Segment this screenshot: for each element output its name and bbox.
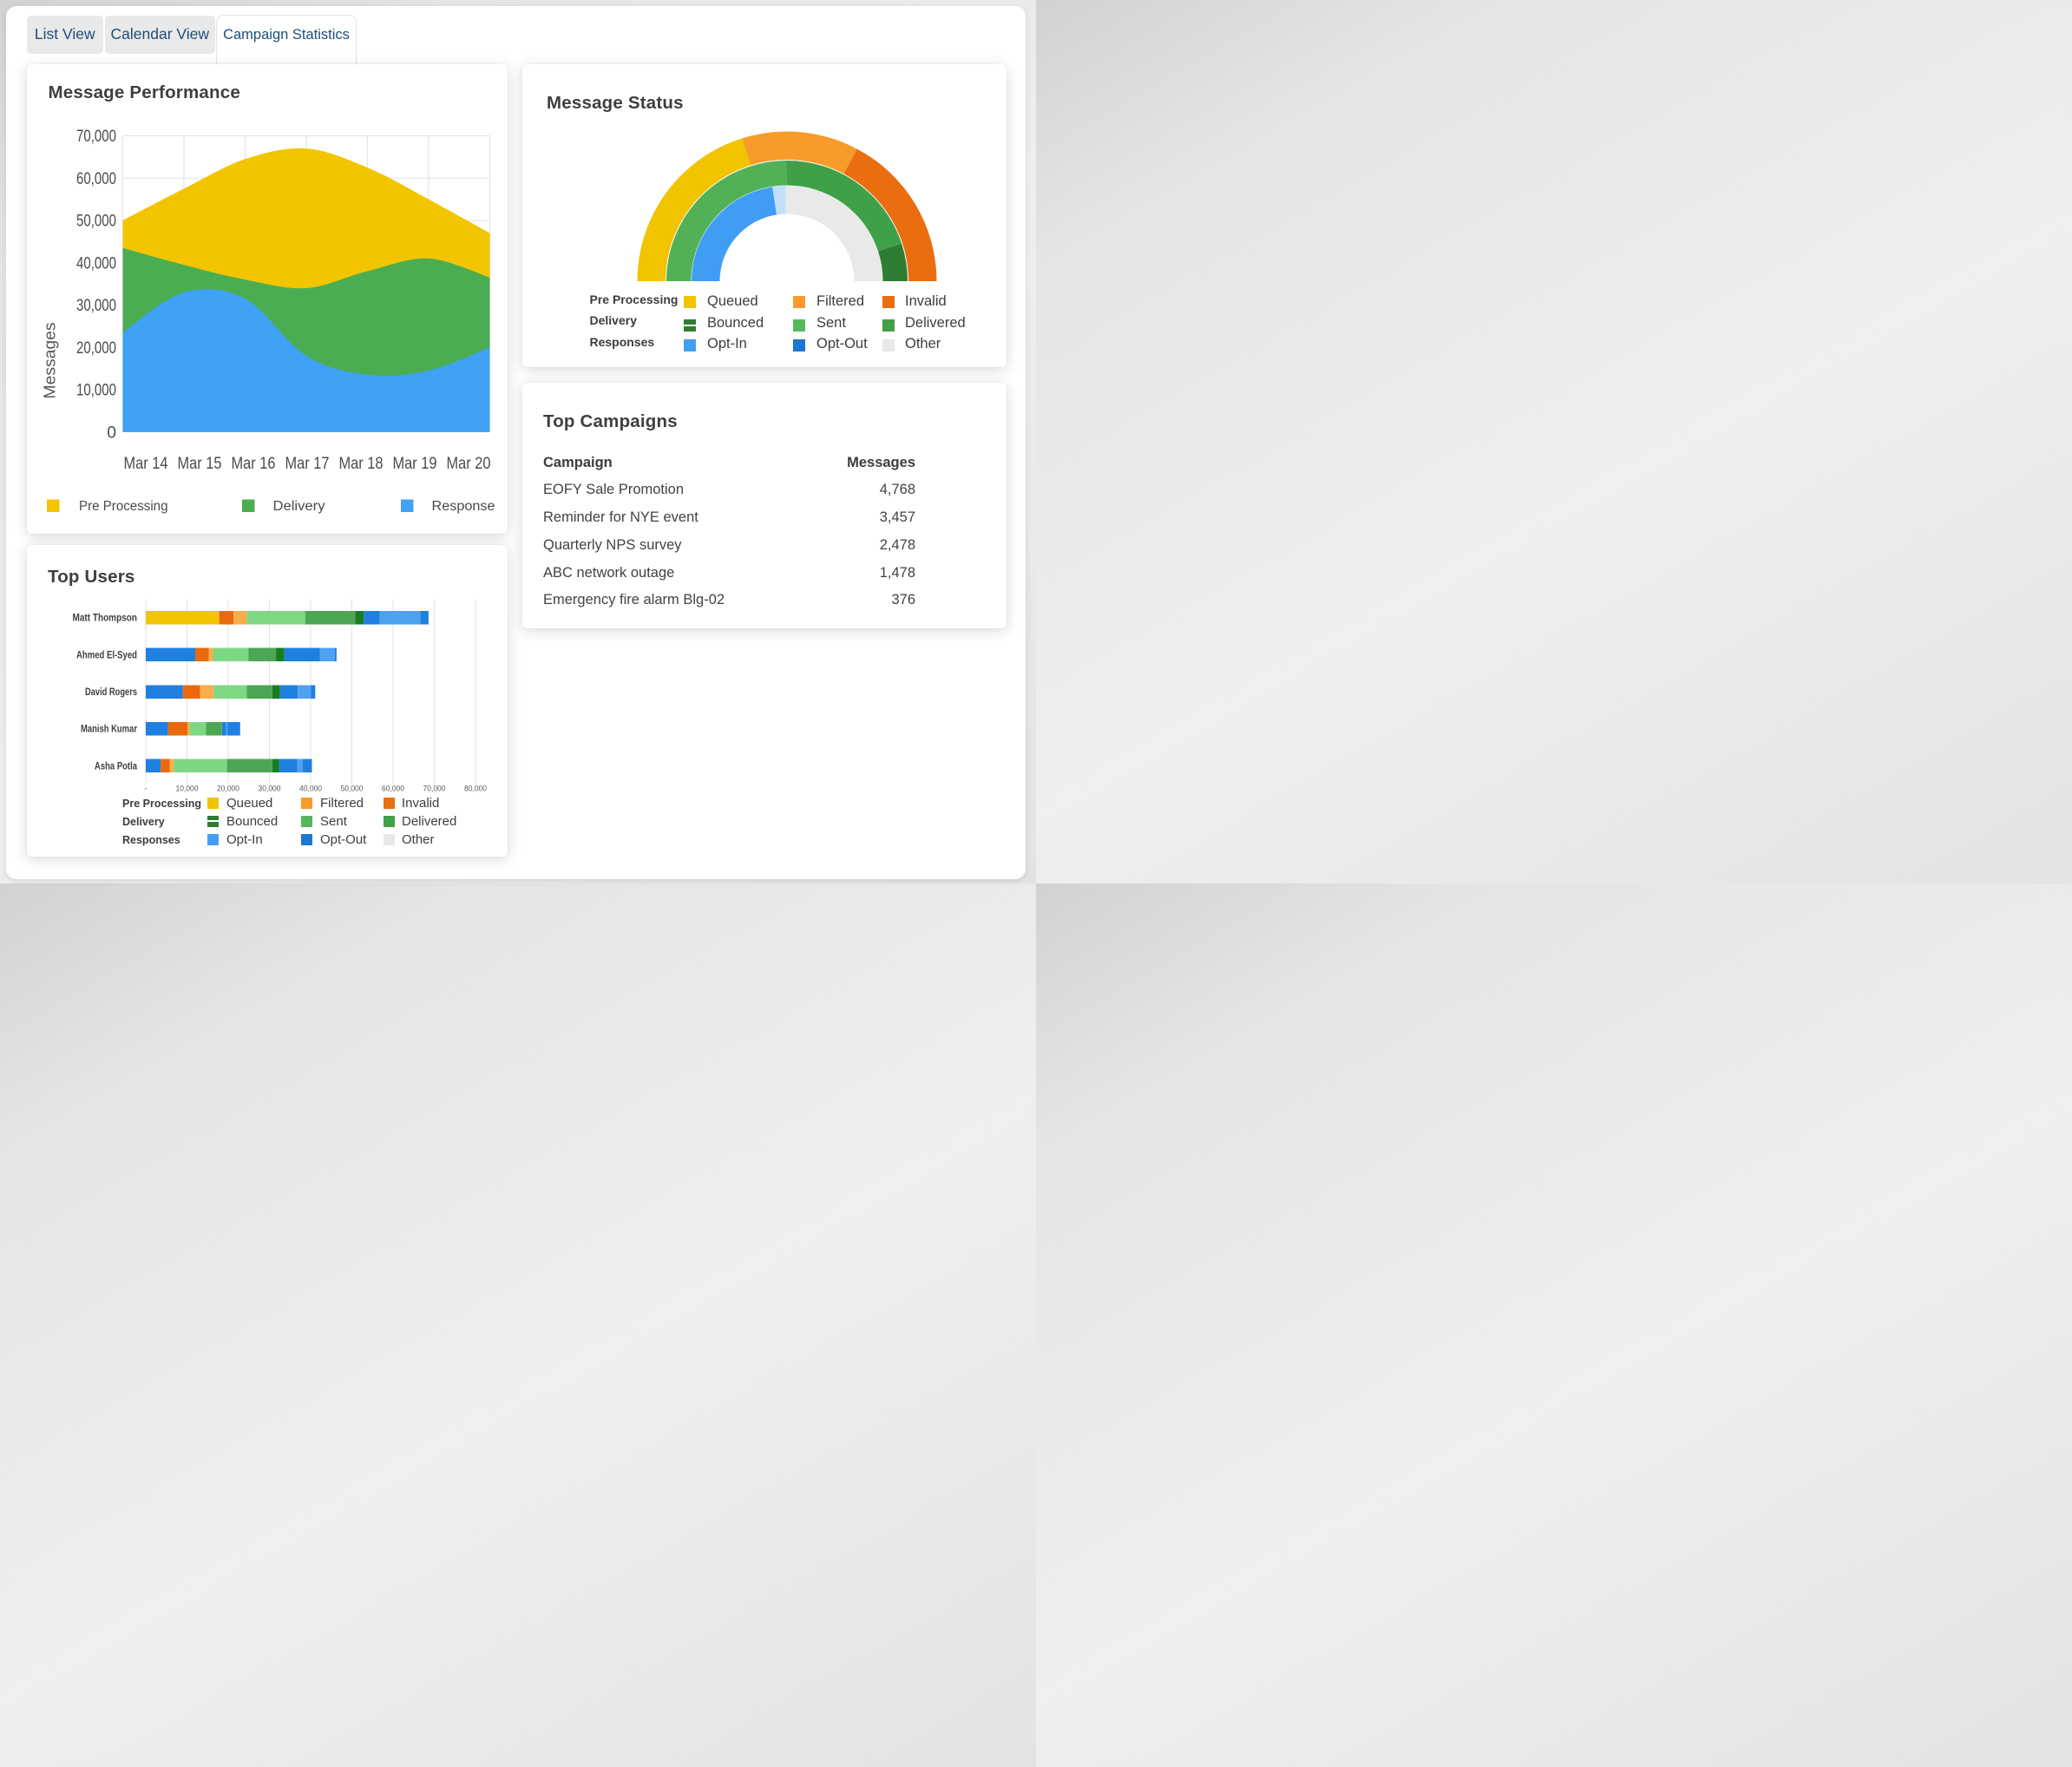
svg-text:0: 0 [107, 424, 116, 442]
svg-text:Mar 16: Mar 16 [232, 455, 276, 473]
svg-text:-: - [145, 785, 148, 793]
svg-text:10,000: 10,000 [76, 382, 116, 400]
svg-text:10,000: 10,000 [176, 785, 199, 793]
svg-text:50,000: 50,000 [341, 785, 364, 793]
svg-text:20,000: 20,000 [76, 339, 116, 358]
svg-text:70,000: 70,000 [423, 785, 446, 793]
svg-text:Matt Thompson: Matt Thompson [73, 614, 138, 624]
svg-text:Mar 20: Mar 20 [447, 455, 491, 473]
svg-text:Mar 18: Mar 18 [339, 455, 384, 473]
svg-text:30,000: 30,000 [259, 785, 281, 793]
svg-text:20,000: 20,000 [217, 785, 239, 793]
svg-text:Manish Kumar: Manish Kumar [81, 725, 137, 735]
svg-text:60,000: 60,000 [76, 170, 116, 188]
svg-text:40,000: 40,000 [299, 785, 322, 793]
svg-text:50,000: 50,000 [76, 213, 116, 231]
svg-text:David Rogers: David Rogers [85, 687, 137, 698]
svg-text:Delivery: Delivery [273, 499, 325, 514]
svg-text:70,000: 70,000 [76, 128, 116, 146]
svg-text:Messages: Messages [41, 323, 58, 399]
svg-text:Asha Potla: Asha Potla [95, 761, 137, 772]
svg-text:Mar 14: Mar 14 [124, 455, 168, 473]
svg-text:40,000: 40,000 [76, 254, 116, 273]
svg-text:80,000: 80,000 [464, 785, 487, 793]
svg-text:Mar 19: Mar 19 [393, 455, 437, 473]
svg-text:Response: Response [432, 499, 495, 514]
svg-text:Mar 15: Mar 15 [178, 455, 222, 473]
svg-text:Mar 17: Mar 17 [285, 455, 330, 473]
svg-text:Pre Processing: Pre Processing [79, 499, 168, 514]
svg-text:Ahmed El-Syed: Ahmed El-Syed [76, 651, 137, 661]
svg-text:60,000: 60,000 [382, 785, 404, 793]
svg-text:30,000: 30,000 [76, 297, 116, 315]
